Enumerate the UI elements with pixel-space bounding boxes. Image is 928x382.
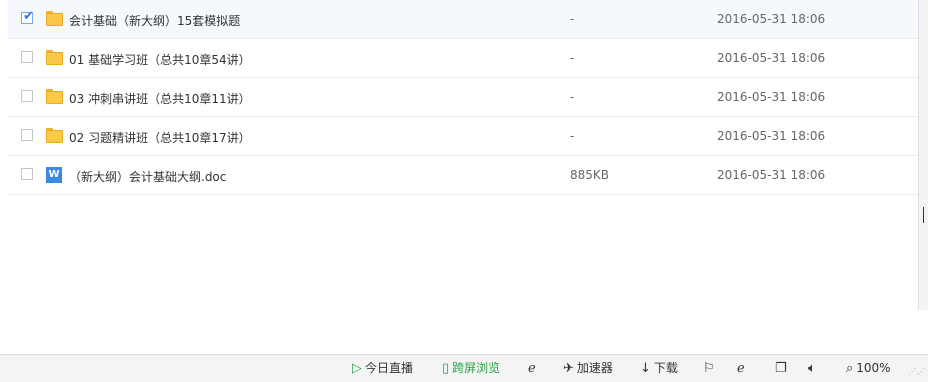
volume-button[interactable]: 🔈︎ — [808, 359, 819, 377]
file-row[interactable]: 02 习题精讲班（总共10章17讲） - 2016-05-31 18:06 — [8, 117, 918, 156]
row-checkbox[interactable] — [21, 51, 33, 63]
rocket-icon: ✈ — [563, 361, 574, 376]
play-circle-icon: ▷ — [352, 361, 362, 376]
cross-screen-button[interactable]: ▯ 跨屏浏览 — [442, 359, 500, 377]
browser-button[interactable]: ℯ — [737, 359, 748, 377]
folder-icon — [46, 89, 63, 104]
folder-icon — [46, 128, 63, 143]
text-cursor — [923, 207, 924, 223]
word-doc-icon: W — [46, 167, 62, 183]
live-broadcast-button[interactable]: ▷ 今日直播 — [352, 359, 413, 377]
download-button[interactable]: ↓ 下载 — [640, 359, 678, 377]
accelerator-button[interactable]: ✈ 加速器 — [563, 359, 613, 377]
file-name[interactable]: 02 习题精讲班（总共10章17讲） — [69, 129, 251, 146]
cross-screen-label: 跨屏浏览 — [452, 361, 501, 375]
resize-grip-icon[interactable]: ⋰⋰ — [908, 367, 925, 377]
file-row[interactable]: ✔ 会计基础（新大纲）15套模拟题 - 2016-05-31 18:06 — [8, 0, 918, 39]
checkmark-icon: ✔ — [23, 9, 34, 24]
window-icon: ❐ — [775, 361, 787, 376]
file-date: 2016-05-31 18:06 — [717, 51, 826, 65]
file-date: 2016-05-31 18:06 — [717, 168, 826, 182]
browser-e-icon: ℯ — [737, 361, 745, 376]
zoom-button[interactable]: ⌕ 100% — [846, 359, 891, 377]
file-date: 2016-05-31 18:06 — [717, 12, 826, 26]
row-checkbox[interactable] — [21, 168, 33, 180]
vertical-scrollbar[interactable] — [918, 0, 928, 310]
phone-icon: ▯ — [442, 361, 450, 376]
flag-button[interactable]: ⚐ — [703, 359, 718, 377]
file-size: 885KB — [570, 168, 610, 182]
file-list: ✔ 会计基础（新大纲）15套模拟题 - 2016-05-31 18:06 01 … — [8, 0, 918, 195]
ie-mode-button[interactable]: ℯ — [528, 359, 539, 377]
row-checkbox[interactable] — [21, 90, 33, 102]
speaker-icon: 🔈︎ — [808, 361, 816, 376]
window-button[interactable]: ❐ — [775, 359, 790, 377]
file-name[interactable]: 会计基础（新大纲）15套模拟题 — [69, 12, 240, 29]
folder-icon — [46, 50, 63, 65]
row-checkbox[interactable] — [21, 129, 33, 141]
ie-icon: ℯ — [528, 361, 536, 376]
accelerator-label: 加速器 — [576, 361, 613, 375]
zoom-magnifier-icon: ⌕ — [846, 361, 854, 376]
file-size: - — [570, 51, 575, 65]
status-bar: ▷ 今日直播 ▯ 跨屏浏览 ℯ ✈ 加速器 ↓ 下载 ⚐ ℯ ❐ 🔈︎ ⌕ 100% ⋰⋰ — [0, 354, 928, 382]
file-row[interactable]: 03 冲刺串讲班（总共10章11讲） - 2016-05-31 18:06 — [8, 78, 918, 117]
download-arrow-icon: ↓ — [640, 361, 651, 376]
file-row[interactable]: 01 基础学习班（总共10章54讲） - 2016-05-31 18:06 — [8, 39, 918, 78]
zoom-label: 100% — [856, 361, 891, 375]
file-date: 2016-05-31 18:06 — [717, 129, 826, 143]
row-checkbox[interactable]: ✔ — [21, 9, 34, 24]
file-size: - — [570, 129, 575, 143]
live-label: 今日直播 — [365, 361, 414, 375]
folder-icon — [46, 11, 63, 26]
file-size: - — [570, 90, 575, 104]
file-date: 2016-05-31 18:06 — [717, 90, 826, 104]
file-size: - — [570, 12, 575, 26]
file-name[interactable]: 01 基础学习班（总共10章54讲） — [69, 51, 251, 68]
file-name[interactable]: （新大纲）会计基础大纲.doc — [69, 168, 226, 185]
file-name[interactable]: 03 冲刺串讲班（总共10章11讲） — [69, 90, 251, 107]
flag-icon: ⚐ — [703, 361, 715, 376]
download-label: 下载 — [653, 361, 678, 375]
file-row[interactable]: W （新大纲）会计基础大纲.doc 885KB 2016-05-31 18:06 — [8, 156, 918, 195]
